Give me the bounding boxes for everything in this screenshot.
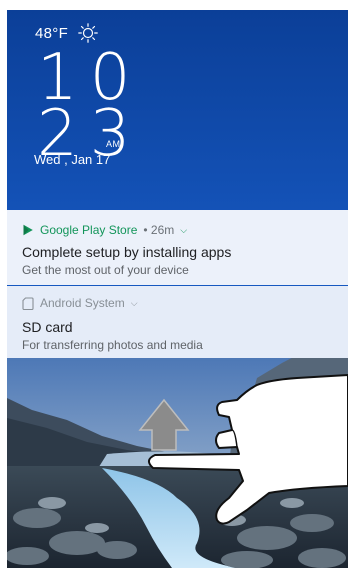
arrow-up-icon (138, 398, 190, 451)
lock-screen[interactable]: 48°F 10 23 AM Wed , Jan 17 Google Play S… (7, 10, 348, 568)
swipe-up-gesture-hint (138, 374, 348, 525)
hand-icon (148, 374, 348, 525)
